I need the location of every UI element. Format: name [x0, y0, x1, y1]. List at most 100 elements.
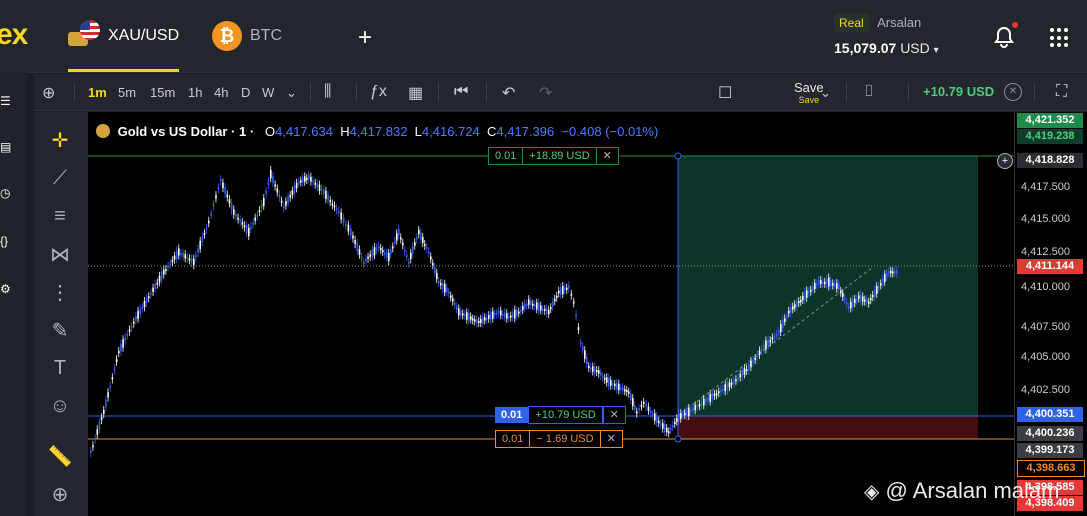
- chart-toolbar: ⊕ 1m 5m 15m 1h 4h D W ⌄ ⫼ ƒx ▦ ⏮ ↶ ↷ ☐ S…: [34, 74, 1087, 111]
- candle-body: [610, 380, 612, 386]
- account-selector[interactable]: Real Arsalan 15,079.07 USD ▾: [834, 14, 939, 56]
- candle-body: [434, 266, 436, 274]
- timeframe-1h[interactable]: 1h: [188, 85, 202, 100]
- notifications-bell-icon[interactable]: [994, 22, 1018, 53]
- price-label: 4,399.173: [1017, 443, 1083, 458]
- layout-square-icon[interactable]: ☐: [718, 83, 732, 103]
- price-chart[interactable]: Gold vs US Dollar · 1 · O4,417.634 H4,41…: [88, 112, 1014, 516]
- candle-body: [188, 258, 191, 261]
- candle-body: [490, 311, 492, 321]
- candle-body: [522, 305, 524, 311]
- replay-rewind-icon[interactable]: ⏮: [454, 83, 468, 101]
- screenshot-camera-icon[interactable]: ⌷: [864, 83, 874, 101]
- candle-body: [538, 302, 540, 312]
- fib-retracement-icon[interactable]: ⋮: [46, 278, 74, 306]
- timeframe-5m[interactable]: 5m: [118, 85, 136, 100]
- indicators-fx-icon[interactable]: ƒx: [370, 83, 387, 101]
- ohlc-high: 4,417.832: [349, 124, 408, 139]
- candle-body: [540, 305, 542, 311]
- candle-body: [596, 369, 598, 373]
- candle-body: [331, 203, 334, 206]
- tp-close-icon[interactable]: ✕: [595, 148, 618, 164]
- price-axis[interactable]: 4,417.500 4,415.000 4,412.500 4,410.000 4,40…: [997, 112, 1087, 516]
- candle-body: [448, 291, 450, 294]
- candle-body: [424, 243, 426, 246]
- candle-body: [715, 393, 718, 396]
- close-position-icon[interactable]: ✕: [1004, 83, 1022, 101]
- candle-body: [265, 190, 267, 195]
- entry-order-label[interactable]: 0.01 +10.79 USD ✕: [495, 406, 626, 424]
- candle-body: [208, 220, 210, 224]
- candle-body: [180, 253, 182, 256]
- brush-icon[interactable]: ✎: [46, 316, 74, 344]
- emoji-icon[interactable]: ☺: [46, 392, 74, 420]
- undo-icon[interactable]: ↶: [502, 83, 515, 103]
- timeframe-d[interactable]: D: [241, 85, 250, 100]
- menu-list-icon[interactable]: ☰: [0, 94, 14, 108]
- candle-body: [113, 367, 116, 371]
- candle-body: [752, 359, 754, 363]
- settings-gear-icon[interactable]: ⚙: [0, 282, 14, 296]
- crosshair-icon[interactable]: ✛: [46, 126, 74, 154]
- candle-body: [416, 237, 418, 240]
- timeframe-w[interactable]: W: [262, 85, 274, 100]
- text-tool-icon[interactable]: T: [46, 354, 74, 382]
- apps-grid-icon[interactable]: [1050, 28, 1070, 48]
- balance-currency: USD: [900, 40, 930, 56]
- timeframe-4h[interactable]: 4h: [214, 85, 228, 100]
- candle-body: [154, 283, 157, 289]
- tab-label: BTC: [250, 27, 282, 44]
- timeframe-1m[interactable]: 1m: [88, 85, 107, 100]
- candlestick-chart-type-icon[interactable]: ⫼: [324, 83, 331, 101]
- trend-line-icon[interactable]: ⟋: [46, 164, 74, 192]
- brand-logo[interactable]: ex: [0, 18, 28, 52]
- candle-body: [476, 318, 478, 324]
- entry-close-icon[interactable]: ✕: [602, 406, 626, 424]
- candle-body: [846, 302, 848, 305]
- candle-body: [408, 261, 410, 264]
- candle-body: [358, 249, 361, 255]
- notification-dot: [1012, 22, 1018, 28]
- templates-grid-icon[interactable]: ▦: [408, 83, 423, 103]
- candle-body: [267, 181, 270, 186]
- candle-body: [594, 366, 596, 374]
- fullscreen-icon[interactable]: ⛶: [1056, 83, 1067, 101]
- sl-pnl: − 1.69 USD: [529, 431, 599, 447]
- candle-body: [163, 269, 165, 275]
- add-tab-button[interactable]: +: [358, 24, 372, 52]
- timeframe-more-chevron-icon[interactable]: ⌄: [286, 85, 297, 101]
- ruler-icon[interactable]: 📏: [46, 442, 74, 470]
- alarm-icon[interactable]: ◷: [0, 186, 14, 200]
- redo-icon[interactable]: ↷: [539, 83, 552, 103]
- code-braces-icon[interactable]: {}: [0, 234, 14, 248]
- add-indicator-icon[interactable]: ⊕: [42, 83, 55, 103]
- candle-body: [250, 226, 252, 230]
- candle-body: [775, 333, 778, 336]
- candle-body: [470, 316, 472, 320]
- add-alert-plus-icon[interactable]: +: [997, 153, 1013, 169]
- candle-body: [616, 382, 618, 390]
- save-options-chevron-icon[interactable]: ⌄: [820, 85, 831, 101]
- timeframe-15m[interactable]: 15m: [150, 85, 175, 100]
- candle-body: [111, 377, 114, 380]
- candle-body: [532, 303, 534, 306]
- candle-body: [380, 248, 382, 251]
- horizontal-lines-icon[interactable]: ≡: [46, 202, 74, 230]
- candle-body: [283, 206, 285, 209]
- candle-body: [650, 410, 652, 414]
- candle-body: [308, 174, 310, 180]
- candle-body: [237, 217, 239, 220]
- sl-qty: 0.01: [502, 433, 524, 445]
- tab-xauusd[interactable]: XAU/USD: [68, 18, 180, 72]
- account-type-badge: Real: [834, 14, 869, 32]
- calendar-icon[interactable]: ▤: [0, 140, 14, 154]
- candle-body: [624, 389, 626, 392]
- stop-loss-order-label[interactable]: 0.01 − 1.69 USD ✕: [495, 430, 623, 448]
- zoom-in-icon[interactable]: ⊕: [46, 480, 74, 508]
- tab-btc[interactable]: ₿ BTC: [212, 18, 282, 54]
- candle-body: [552, 301, 554, 307]
- pattern-icon[interactable]: ⋈: [46, 240, 74, 268]
- sl-close-icon[interactable]: ✕: [599, 431, 622, 447]
- take-profit-order-label[interactable]: 0.01 +18.89 USD ✕: [488, 147, 619, 165]
- watermark-text: @ Arsalan malam: [885, 478, 1060, 503]
